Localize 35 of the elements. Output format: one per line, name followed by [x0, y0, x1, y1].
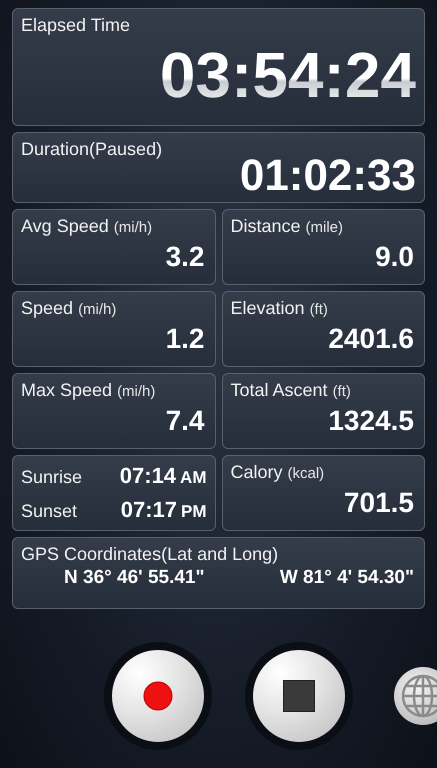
duration-time: 01:02:33 [240, 154, 416, 198]
metric-label: Elevation [230, 298, 305, 319]
sun-label: Sunset [21, 501, 78, 522]
longitude: W 81° 4' 54.30" [280, 567, 414, 589]
metric-label: Calory [230, 462, 283, 483]
metric-value: 9.0 [375, 243, 414, 271]
unit-label: (mile) [306, 219, 344, 236]
unit-label: (ft) [310, 301, 328, 318]
metric-value: 1324.5 [328, 407, 414, 435]
sun-time: 07:14 AM [120, 463, 206, 489]
metric-value: 1.2 [166, 325, 204, 353]
metric-label: Speed [21, 298, 74, 319]
globe-button[interactable] [394, 666, 437, 724]
unit-label: (kcal) [288, 465, 324, 482]
metric-label: Max Speed [21, 380, 112, 401]
metric-value: 701.5 [344, 489, 414, 517]
metric-label: Total Ascent [230, 380, 328, 401]
unit-label: (mi/h) [117, 383, 156, 400]
latitude: N 36° 46' 55.41" [64, 567, 204, 589]
stop-icon [283, 680, 315, 712]
metric-value: 2401.6 [328, 325, 414, 353]
record-icon [143, 680, 173, 710]
globe-icon [401, 674, 437, 718]
duration-label: Duration(Paused) [21, 139, 164, 160]
sun-time: 07:17 PM [120, 497, 206, 523]
sun-label: Sunrise [21, 467, 82, 488]
unit-label: (mi/h) [114, 219, 152, 236]
metric-value: 7.4 [166, 407, 204, 435]
unit-label: (ft) [332, 383, 351, 400]
metric-label: Distance [230, 216, 301, 237]
gps-label: GPS Coordinates(Lat and Long) [21, 544, 280, 565]
metric-label: Avg Speed [21, 216, 109, 237]
elapsed-label: Elapsed Time [21, 15, 132, 36]
unit-label: (mi/h) [78, 301, 116, 318]
metric-value: 3.2 [166, 243, 204, 271]
